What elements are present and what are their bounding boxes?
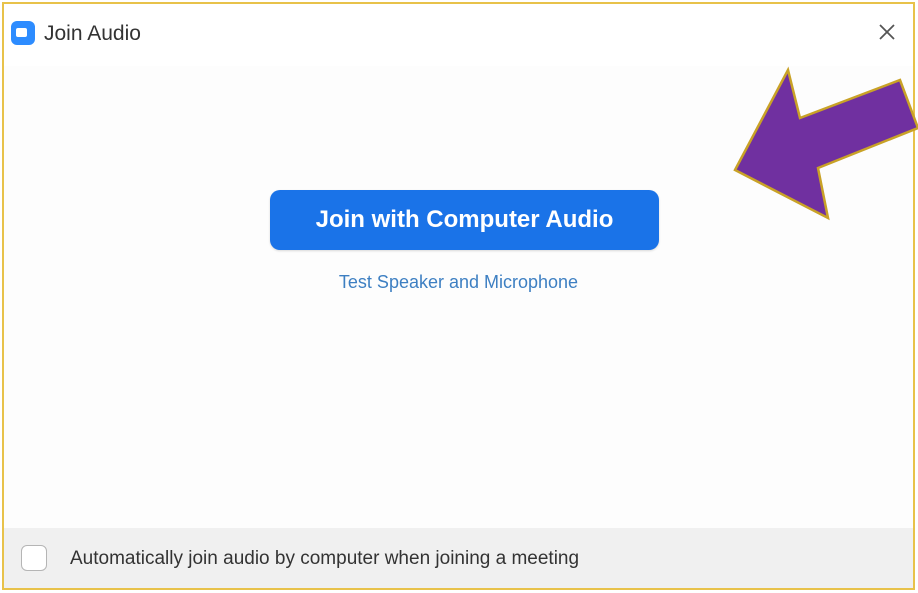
test-speaker-microphone-link[interactable]: Test Speaker and Microphone xyxy=(4,272,913,293)
auto-join-audio-checkbox[interactable] xyxy=(21,545,47,571)
dialog-content: Join with Computer Audio Test Speaker an… xyxy=(4,66,913,528)
join-audio-dialog: Join Audio Join with Computer Audio Test… xyxy=(2,2,915,590)
join-with-computer-audio-button[interactable]: Join with Computer Audio xyxy=(270,190,659,250)
close-icon[interactable] xyxy=(871,16,903,48)
dialog-footer: Automatically join audio by computer whe… xyxy=(4,528,913,588)
screenshot-stage: Join Audio Join with Computer Audio Test… xyxy=(0,0,918,593)
auto-join-audio-label: Automatically join audio by computer whe… xyxy=(70,548,580,569)
zoom-app-icon xyxy=(11,21,35,45)
title-bar: Join Audio xyxy=(4,4,913,66)
window-title: Join Audio xyxy=(44,22,141,45)
